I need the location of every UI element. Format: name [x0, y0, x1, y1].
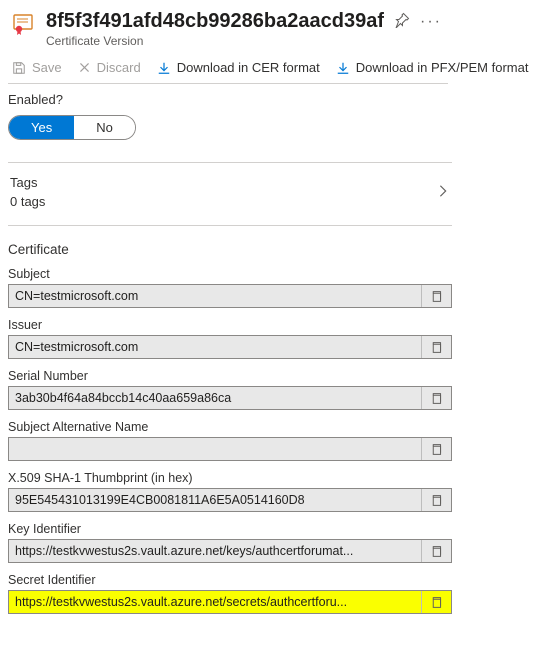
keyid-field: https://testkvwestus2s.vault.azure.net/k…	[8, 539, 452, 563]
thumbprint-value: 95E545431013199E4CB0081811A6E5A0514160D8	[9, 493, 421, 507]
keyid-value: https://testkvwestus2s.vault.azure.net/k…	[9, 544, 421, 558]
save-icon	[12, 61, 26, 75]
download-pfx-label: Download in PFX/PEM format	[356, 60, 529, 75]
thumbprint-field: 95E545431013199E4CB0081811A6E5A0514160D8	[8, 488, 452, 512]
subject-field: CN=testmicrosoft.com	[8, 284, 452, 308]
serial-field: 3ab30b4f64a84bccb14c40aa659a86ca	[8, 386, 452, 410]
tags-row[interactable]: Tags 0 tags	[8, 169, 452, 213]
download-icon	[157, 61, 171, 75]
serial-label: Serial Number	[8, 369, 452, 383]
enabled-toggle[interactable]: Yes No	[8, 115, 136, 140]
enabled-yes[interactable]: Yes	[9, 116, 74, 139]
certificate-icon	[12, 10, 36, 39]
tags-count: 0 tags	[10, 194, 45, 209]
copy-icon[interactable]	[421, 489, 451, 511]
pin-icon[interactable]	[394, 12, 410, 31]
download-icon	[336, 61, 350, 75]
subject-value: CN=testmicrosoft.com	[9, 289, 421, 303]
san-field	[8, 437, 452, 461]
tags-label: Tags	[10, 175, 45, 190]
chevron-right-icon	[436, 184, 450, 201]
issuer-value: CN=testmicrosoft.com	[9, 340, 421, 354]
discard-label: Discard	[97, 60, 141, 75]
san-label: Subject Alternative Name	[8, 420, 452, 434]
page-subtitle: Certificate Version	[46, 34, 543, 48]
enabled-label: Enabled?	[8, 92, 452, 107]
issuer-label: Issuer	[8, 318, 452, 332]
subject-label: Subject	[8, 267, 452, 281]
issuer-field: CN=testmicrosoft.com	[8, 335, 452, 359]
save-label: Save	[32, 60, 62, 75]
secretid-label: Secret Identifier	[8, 573, 452, 587]
save-button: Save	[12, 60, 62, 75]
discard-icon	[78, 61, 91, 74]
secretid-value: https://testkvwestus2s.vault.azure.net/s…	[9, 595, 421, 609]
copy-icon[interactable]	[421, 438, 451, 460]
copy-icon[interactable]	[421, 336, 451, 358]
download-cer-label: Download in CER format	[177, 60, 320, 75]
more-icon[interactable]: ···	[420, 13, 442, 31]
certificate-section-title: Certificate	[8, 242, 452, 257]
enabled-no[interactable]: No	[74, 116, 135, 139]
copy-icon[interactable]	[421, 285, 451, 307]
discard-button: Discard	[78, 60, 141, 75]
secretid-field: https://testkvwestus2s.vault.azure.net/s…	[8, 590, 452, 614]
thumbprint-label: X.509 SHA-1 Thumbprint (in hex)	[8, 471, 452, 485]
keyid-label: Key Identifier	[8, 522, 452, 536]
download-cer-button[interactable]: Download in CER format	[157, 60, 320, 75]
page-title: 8f5f3f491afd48cb99286ba2aacd39af	[46, 10, 384, 33]
serial-value: 3ab30b4f64a84bccb14c40aa659a86ca	[9, 391, 421, 405]
download-pfx-button[interactable]: Download in PFX/PEM format	[336, 60, 529, 75]
copy-icon[interactable]	[421, 387, 451, 409]
copy-icon[interactable]	[421, 591, 451, 613]
copy-icon[interactable]	[421, 540, 451, 562]
